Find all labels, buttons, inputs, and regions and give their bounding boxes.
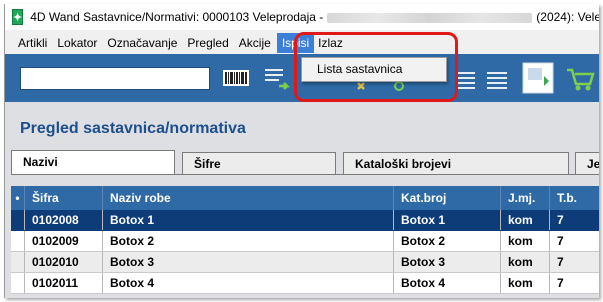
- cell-jmj: kom: [501, 231, 550, 251]
- data-grid: • Šifra Naziv robe Kat.broj J.mj. T.b. 0…: [11, 186, 599, 294]
- window-title-prefix: 4D Wand Sastavnice/Normativi: 0000103 Ve…: [30, 10, 324, 24]
- page-title: Pregled sastavnica/normativa: [20, 120, 246, 137]
- tab-jed[interactable]: Jed: [575, 152, 599, 174]
- col-header-kat-broj[interactable]: Kat.broj: [394, 186, 501, 210]
- search-input[interactable]: [20, 67, 210, 90]
- cart-icon[interactable]: [565, 64, 595, 94]
- table-row[interactable]: 0102010 Botox 3 Botox 3 kom 7: [11, 252, 599, 273]
- cell-kat-broj: Botox 4: [394, 273, 501, 293]
- import-icon[interactable]: [522, 62, 554, 94]
- cell-naziv-robe: Botox 1: [103, 210, 394, 230]
- cell-naziv-robe: Botox 4: [103, 273, 394, 293]
- menu-lokator[interactable]: Lokator: [53, 33, 103, 53]
- ispisi-dropdown-menu: Lista sastavnica: [301, 57, 447, 82]
- table-row[interactable]: 0102008 Botox 1 Botox 1 kom 7: [11, 210, 599, 231]
- row-marker: [11, 231, 25, 251]
- menu-artikli[interactable]: Artikli: [14, 33, 53, 53]
- list-icon[interactable]: [453, 70, 477, 90]
- window-title: 4D Wand Sastavnice/Normativi: 0000103 Ve…: [30, 10, 599, 24]
- cell-kat-broj: Botox 1: [394, 210, 501, 230]
- col-header-marker[interactable]: •: [11, 186, 25, 210]
- col-header-tb[interactable]: T.b.: [550, 186, 599, 210]
- cell-sifra: 0102010: [25, 252, 103, 272]
- cell-kat-broj: Botox 3: [394, 252, 501, 272]
- tab-katalaski-brojevi[interactable]: Kataloški brojevi: [343, 152, 569, 174]
- list-lines-icon[interactable]: [485, 70, 509, 90]
- row-marker: [11, 252, 25, 272]
- cell-sifra: 0102011: [25, 273, 103, 293]
- col-header-jmj[interactable]: J.mj.: [501, 186, 550, 210]
- cell-sifra: 0102009: [25, 231, 103, 251]
- row-marker: [11, 273, 25, 293]
- redacted-title-segment: [327, 12, 533, 23]
- title-bar: ✦ 4D Wand Sastavnice/Normativi: 0000103 …: [5, 4, 599, 30]
- list-add-icon[interactable]: [263, 66, 293, 92]
- grid-header: • Šifra Naziv robe Kat.broj J.mj. T.b.: [11, 186, 599, 210]
- main-content: Pregled sastavnica/normativa Nazivi Šifr…: [5, 102, 599, 298]
- menu-oznacavanje[interactable]: Označavanje: [103, 33, 183, 53]
- tab-divider: [11, 174, 599, 175]
- cell-naziv-robe: Botox 2: [103, 231, 394, 251]
- cell-sifra: 0102008: [25, 210, 103, 230]
- cell-tb: 7: [557, 234, 564, 248]
- tab-nazivi[interactable]: Nazivi: [11, 150, 175, 174]
- barcode-icon[interactable]: [223, 68, 249, 88]
- cell-jmj: kom: [501, 273, 550, 293]
- menu-izlaz[interactable]: Izlaz: [314, 33, 349, 53]
- table-row[interactable]: 0102011 Botox 4 Botox 4 kom 7: [11, 273, 599, 294]
- table-row[interactable]: 0102009 Botox 2 Botox 2 kom 7: [11, 231, 599, 252]
- menu-ispisi[interactable]: Ispisi: [276, 33, 315, 53]
- app-window: ✦ 4D Wand Sastavnice/Normativi: 0000103 …: [4, 4, 599, 298]
- col-header-sifra[interactable]: Šifra: [25, 186, 103, 210]
- menu-bar: Artikli Lokator Označavanje Pregled Akci…: [5, 33, 599, 53]
- cell-naziv-robe: Botox 3: [103, 252, 394, 272]
- menu-akcije[interactable]: Akcije: [235, 33, 277, 53]
- cell-tb: 7: [557, 276, 564, 290]
- menu-pregled[interactable]: Pregled: [183, 33, 234, 53]
- cell-tb: 7: [557, 255, 564, 269]
- cell-kat-broj: Botox 2: [394, 231, 501, 251]
- cell-jmj: kom: [501, 252, 550, 272]
- window-title-suffix: (2024): Velepr: [536, 10, 599, 24]
- col-header-naziv-robe[interactable]: Naziv robe: [103, 186, 394, 210]
- app-icon: ✦: [12, 9, 24, 25]
- cell-tb: 7: [557, 213, 564, 227]
- row-marker: [11, 210, 25, 230]
- tab-sifre[interactable]: Šifre: [182, 152, 336, 174]
- menu-item-lista-sastavnica[interactable]: Lista sastavnica: [303, 60, 445, 79]
- cell-jmj: kom: [501, 210, 550, 230]
